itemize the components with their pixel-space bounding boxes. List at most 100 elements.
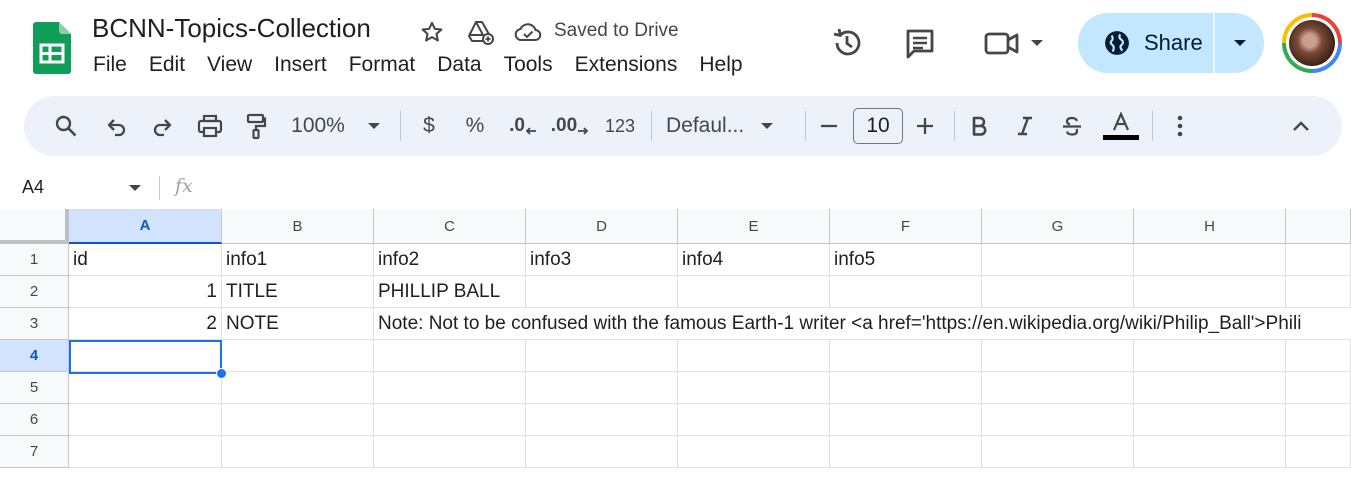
cell-c6[interactable] [374,404,526,436]
cell-e4[interactable] [678,340,830,372]
strikethrough-button[interactable] [1057,96,1087,156]
menu-tools[interactable]: Tools [493,53,564,77]
cell-c1[interactable]: info2 [374,244,526,276]
menu-view[interactable]: View [196,53,263,77]
cell-f1[interactable]: info5 [830,244,982,276]
menu-insert[interactable]: Insert [263,53,338,77]
cell-d7[interactable] [526,436,678,468]
cell-f7[interactable] [830,436,982,468]
meet-dropdown-icon[interactable] [1030,39,1044,47]
cell-a1[interactable]: id [69,244,222,276]
cell-d6[interactable] [526,404,678,436]
cell-h2[interactable] [1134,276,1286,308]
print-button[interactable] [194,96,226,156]
cell-b7[interactable] [222,436,374,468]
cell-e1[interactable]: info4 [678,244,830,276]
cell-b3[interactable]: NOTE [222,308,374,340]
font-family-select[interactable]: Defaul... [666,96,788,156]
decrease-decimal-button[interactable]: .0 [506,96,540,156]
cell-i5[interactable] [1286,372,1351,404]
search-menus-button[interactable] [50,96,82,156]
move-to-drive-icon[interactable] [466,19,494,45]
save-status[interactable]: Saved to Drive [554,20,679,42]
account-avatar[interactable] [1282,13,1342,73]
cell-f6[interactable] [830,404,982,436]
menu-edit[interactable]: Edit [138,53,196,77]
cell-g4[interactable] [982,340,1134,372]
meet-video-icon[interactable] [984,26,1020,60]
cell-e7[interactable] [678,436,830,468]
row-header-7[interactable]: 7 [0,436,69,468]
spreadsheet-grid[interactable]: A B C D E F G H 1 2 3 4 5 6 7 id info1 i… [0,209,1351,478]
name-box-dropdown-icon[interactable] [128,184,142,192]
cell-c4[interactable] [374,340,526,372]
share-dropdown-button[interactable] [1215,13,1264,73]
row-header-2[interactable]: 2 [0,276,69,308]
cell-c5[interactable] [374,372,526,404]
cell-i1[interactable] [1286,244,1351,276]
column-header-i[interactable] [1286,209,1351,244]
cell-h4[interactable] [1134,340,1286,372]
menu-extensions[interactable]: Extensions [564,53,689,77]
redo-button[interactable] [146,96,178,156]
row-header-4[interactable]: 4 [0,340,69,372]
select-all-corner[interactable] [0,209,69,244]
star-icon[interactable] [419,19,445,45]
cell-f4[interactable] [830,340,982,372]
cell-a2[interactable]: 1 [69,276,222,308]
cell-h5[interactable] [1134,372,1286,404]
italic-button[interactable] [1010,96,1040,156]
cell-c2[interactable]: PHILLIP BALL [374,276,526,308]
font-size-input[interactable]: 10 [853,108,903,144]
cell-i6[interactable] [1286,404,1351,436]
menu-file[interactable]: File [92,53,138,77]
cell-e2[interactable] [678,276,830,308]
paint-format-button[interactable] [240,96,272,156]
cell-b4[interactable] [222,340,374,372]
column-header-c[interactable]: C [374,209,526,244]
collapse-toolbar-button[interactable] [1286,96,1316,156]
column-header-f[interactable]: F [830,209,982,244]
cell-g1[interactable] [982,244,1134,276]
cell-i4[interactable] [1286,340,1351,372]
cell-d2[interactable] [526,276,678,308]
menu-format[interactable]: Format [338,53,427,77]
row-header-1[interactable]: 1 [0,244,69,276]
decrease-font-size-button[interactable] [814,96,844,156]
share-button[interactable]: Share [1078,13,1213,73]
cell-f2[interactable] [830,276,982,308]
increase-decimal-button[interactable]: .00 [550,96,590,156]
more-options-button[interactable] [1165,96,1195,156]
cell-a6[interactable] [69,404,222,436]
cell-f5[interactable] [830,372,982,404]
cell-g2[interactable] [982,276,1134,308]
cell-d1[interactable]: info3 [526,244,678,276]
increase-font-size-button[interactable] [910,96,940,156]
cell-a3[interactable]: 2 [69,308,222,340]
cell-b2[interactable]: TITLE [222,276,374,308]
version-history-icon[interactable] [830,26,864,60]
row-header-5[interactable]: 5 [0,372,69,404]
cell-b5[interactable] [222,372,374,404]
bold-button[interactable] [964,96,994,156]
cell-g6[interactable] [982,404,1134,436]
cell-d5[interactable] [526,372,678,404]
cell-b1[interactable]: info1 [222,244,374,276]
name-box[interactable]: A4 [22,177,44,198]
menu-help[interactable]: Help [688,53,753,77]
cell-a5[interactable] [69,372,222,404]
cell-c3[interactable]: Note: Not to be confused with the famous… [374,308,1351,340]
cell-h1[interactable] [1134,244,1286,276]
format-percent-button[interactable]: % [460,96,490,156]
cell-c7[interactable] [374,436,526,468]
cell-a7[interactable] [69,436,222,468]
cell-h7[interactable] [1134,436,1286,468]
column-header-h[interactable]: H [1134,209,1286,244]
cell-g5[interactable] [982,372,1134,404]
cell-g7[interactable] [982,436,1134,468]
comments-icon[interactable] [903,26,937,60]
cell-b6[interactable] [222,404,374,436]
format-currency-button[interactable]: $ [414,96,444,156]
cell-e5[interactable] [678,372,830,404]
cell-h6[interactable] [1134,404,1286,436]
